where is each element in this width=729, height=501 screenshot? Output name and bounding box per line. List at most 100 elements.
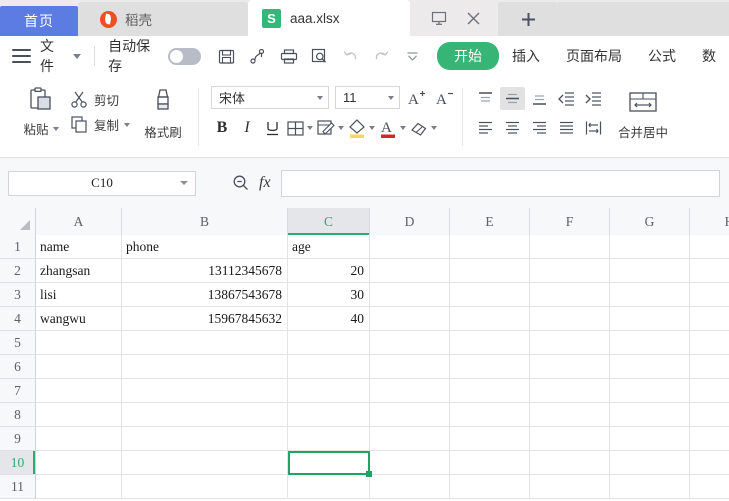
save-icon[interactable] <box>216 46 237 67</box>
increase-font-size-button[interactable]: A <box>406 89 428 107</box>
autosave-switch[interactable] <box>168 47 201 65</box>
row-header-6[interactable]: 6 <box>0 355 36 379</box>
chevron-down-icon[interactable] <box>369 126 376 130</box>
cell-G3[interactable] <box>610 283 690 307</box>
cell-D5[interactable] <box>370 331 450 355</box>
hamburger-menu-icon[interactable] <box>12 49 31 63</box>
cell-F3[interactable] <box>530 283 610 307</box>
row-header-9[interactable]: 9 <box>0 427 36 451</box>
align-bottom-button[interactable] <box>527 87 552 110</box>
align-right-button[interactable] <box>527 116 552 139</box>
cell-F2[interactable] <box>530 259 610 283</box>
row-header-3[interactable]: 3 <box>0 283 36 307</box>
cell-H11[interactable] <box>690 475 729 499</box>
cell-D8[interactable] <box>370 403 450 427</box>
align-middle-button[interactable] <box>500 87 526 110</box>
cell-E4[interactable] <box>450 307 530 331</box>
cell-style-button[interactable] <box>316 118 345 138</box>
cell-B4[interactable]: 15967845632 <box>122 307 288 331</box>
cell-G10[interactable] <box>610 451 690 475</box>
chevron-down-icon[interactable] <box>124 122 131 127</box>
wrap-text-button[interactable] <box>581 116 606 139</box>
cell-E9[interactable] <box>450 427 530 451</box>
tab-insert[interactable]: 插入 <box>499 46 553 66</box>
insert-function-button[interactable]: fx <box>259 174 271 192</box>
chevron-down-icon[interactable] <box>338 126 345 130</box>
chevron-down-icon[interactable] <box>180 181 188 185</box>
tab-start[interactable]: 开始 <box>437 42 499 70</box>
increase-indent-button[interactable] <box>581 87 606 110</box>
row-header-10[interactable]: 10 <box>0 451 36 475</box>
clear-format-button[interactable] <box>409 118 438 138</box>
cut-button[interactable]: 剪切 <box>70 90 130 109</box>
column-header-A[interactable]: A <box>36 208 122 235</box>
cell-H6[interactable] <box>690 355 729 379</box>
cell-F8[interactable] <box>530 403 610 427</box>
cell-B1[interactable]: phone <box>122 235 288 259</box>
cell-A1[interactable]: name <box>36 235 122 259</box>
cell-A5[interactable] <box>36 331 122 355</box>
copy-button[interactable]: 复制 <box>70 115 131 134</box>
cell-E8[interactable] <box>450 403 530 427</box>
align-center-button[interactable] <box>500 116 525 139</box>
formula-input[interactable] <box>280 169 720 197</box>
cell-G11[interactable] <box>610 475 690 499</box>
cell-C9[interactable] <box>288 427 370 451</box>
cell-B5[interactable] <box>122 331 288 355</box>
search-icon[interactable] <box>232 174 250 192</box>
cell-B10[interactable] <box>122 451 288 475</box>
cell-A11[interactable] <box>36 475 122 499</box>
cell-B3[interactable]: 13867543678 <box>122 283 288 307</box>
print-preview-icon[interactable] <box>309 46 330 67</box>
row-header-2[interactable]: 2 <box>0 259 36 283</box>
cell-E1[interactable] <box>450 235 530 259</box>
cell-G6[interactable] <box>610 355 690 379</box>
close-icon[interactable] <box>463 8 484 29</box>
customize-toolbar-icon[interactable] <box>402 46 423 67</box>
merge-center-button[interactable] <box>626 89 660 117</box>
new-tab-button[interactable] <box>498 2 558 36</box>
cell-B7[interactable] <box>122 379 288 403</box>
cell-A4[interactable]: wangwu <box>36 307 122 331</box>
cell-H5[interactable] <box>690 331 729 355</box>
cell-A8[interactable] <box>36 403 122 427</box>
cell-G7[interactable] <box>610 379 690 403</box>
cell-E6[interactable] <box>450 355 530 379</box>
format-painter-button[interactable]: 格式刷 <box>136 84 190 141</box>
align-top-button[interactable] <box>473 87 498 110</box>
cell-G4[interactable] <box>610 307 690 331</box>
decrease-font-size-button[interactable]: A <box>434 89 456 107</box>
cell-D2[interactable] <box>370 259 450 283</box>
cell-C11[interactable] <box>288 475 370 499</box>
redo-icon[interactable] <box>371 46 392 67</box>
font-size-select[interactable]: 11 <box>335 86 401 109</box>
tab-page-layout[interactable]: 页面布局 <box>553 46 635 66</box>
cell-F1[interactable] <box>530 235 610 259</box>
cell-F9[interactable] <box>530 427 610 451</box>
cell-H7[interactable] <box>690 379 729 403</box>
underline-button[interactable] <box>261 116 283 140</box>
cell-C5[interactable] <box>288 331 370 355</box>
undo-icon[interactable] <box>340 46 361 67</box>
cell-G2[interactable] <box>610 259 690 283</box>
cell-C6[interactable] <box>288 355 370 379</box>
cell-D3[interactable] <box>370 283 450 307</box>
share-icon[interactable] <box>247 46 268 67</box>
tab-data[interactable]: 数 <box>689 46 729 66</box>
column-header-H[interactable]: H <box>690 208 729 235</box>
column-header-E[interactable]: E <box>450 208 530 235</box>
cell-B2[interactable]: 13112345678 <box>122 259 288 283</box>
cell-D4[interactable] <box>370 307 450 331</box>
cell-H1[interactable] <box>690 235 729 259</box>
fill-color-button[interactable] <box>347 118 376 139</box>
cell-G1[interactable] <box>610 235 690 259</box>
cell-F10[interactable] <box>530 451 610 475</box>
cell-F7[interactable] <box>530 379 610 403</box>
tab-docer[interactable]: 稻壳 <box>78 2 248 36</box>
cell-A9[interactable] <box>36 427 122 451</box>
row-header-1[interactable]: 1 <box>0 235 36 259</box>
cell-F4[interactable] <box>530 307 610 331</box>
cell-E5[interactable] <box>450 331 530 355</box>
borders-button[interactable] <box>286 119 314 138</box>
cell-C3[interactable]: 30 <box>288 283 370 307</box>
